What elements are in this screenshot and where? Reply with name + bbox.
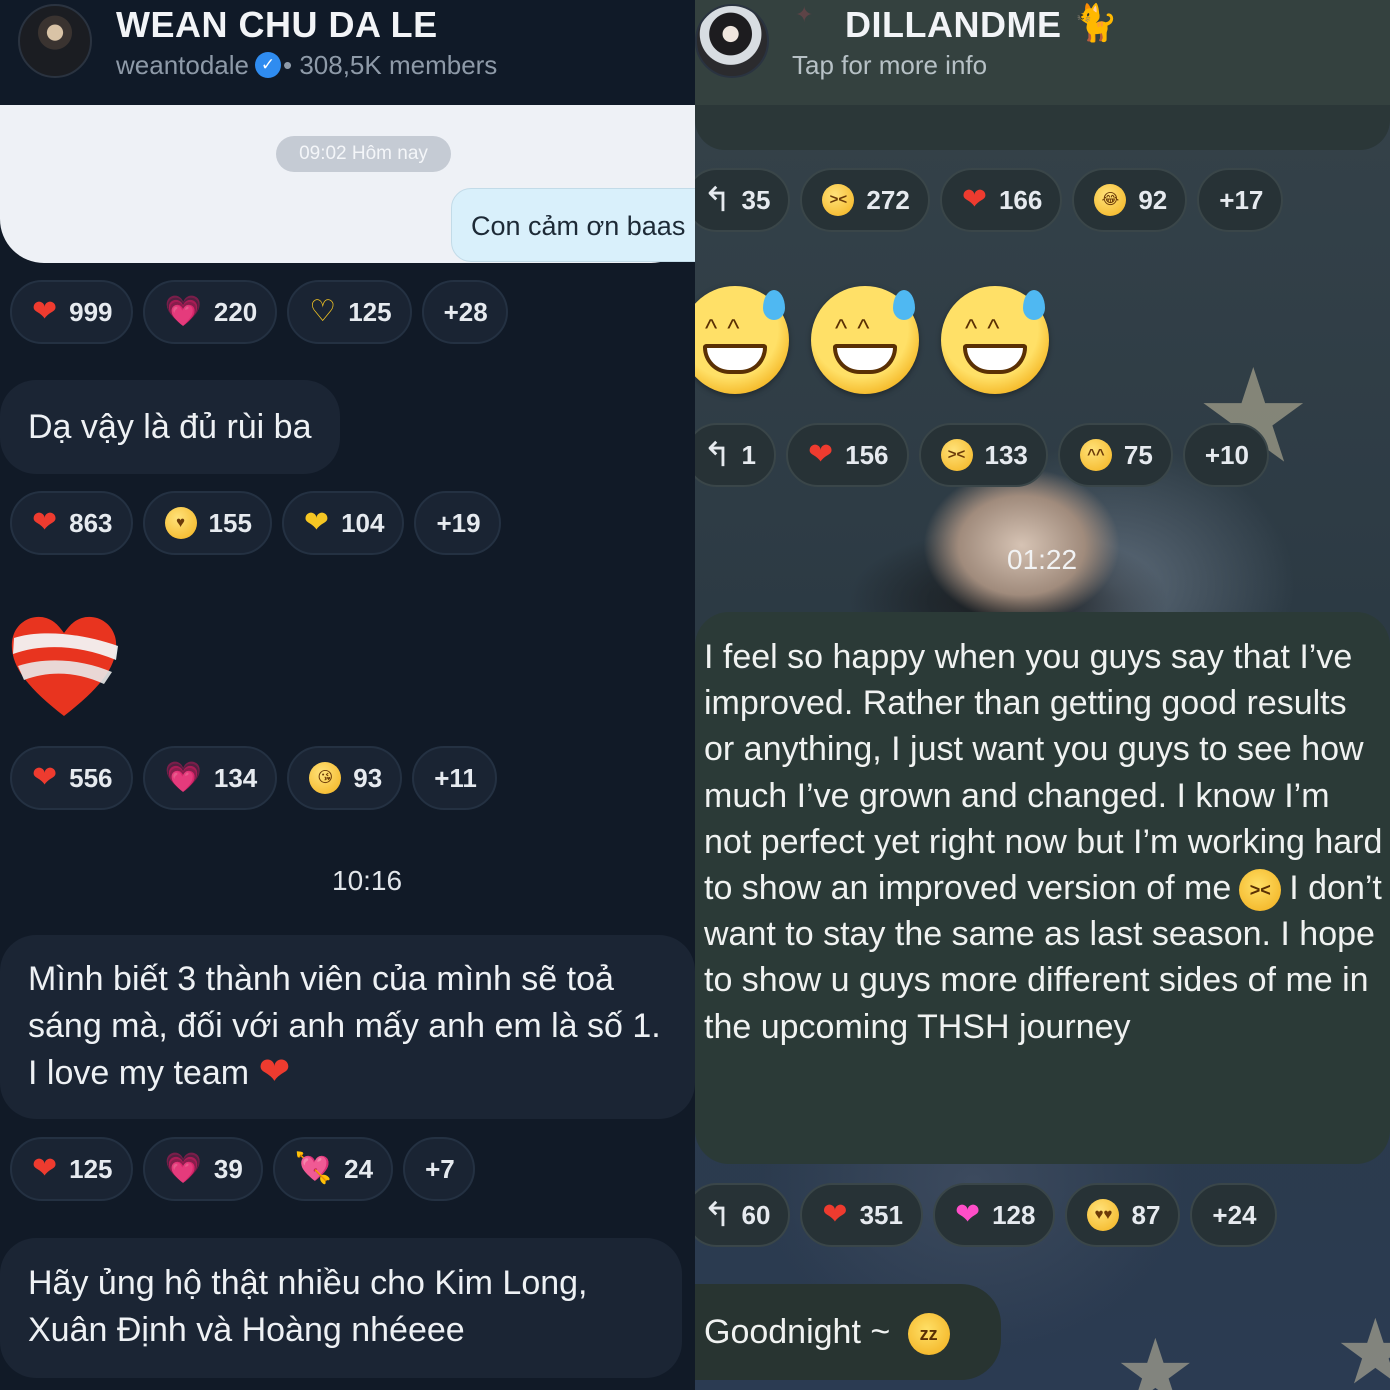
- kissing-face-icon: 😘: [309, 762, 342, 794]
- reaction-pink-heart[interactable]: ❤ 128: [932, 1183, 1056, 1247]
- message-text: I feel so happy when you guys say that I…: [704, 638, 1383, 1046]
- reaction-row: ❤ 556 💗 134 😘 93 +11: [10, 746, 497, 810]
- right-chat-panel: ★ ★ ★ ✦ DILLANDME 🐈 Tap for more info có…: [695, 0, 1390, 1390]
- heart-eyes-face-icon: ♥♥: [1087, 1199, 1120, 1231]
- reaction-red-heart[interactable]: ❤ 166: [939, 168, 1063, 232]
- reaction-more-button[interactable]: +19: [414, 491, 501, 555]
- channel-avatar[interactable]: [18, 4, 92, 78]
- reaction-more-button[interactable]: +7: [403, 1137, 475, 1201]
- channel-title: DILLANDME: [845, 4, 1062, 45]
- reaction-row: ❤ 125 💗 39 💘 24 +7: [10, 1137, 475, 1201]
- mending-heart-icon: ❤: [258, 1051, 291, 1093]
- message-bubble[interactable]: Mình biết 3 thành viên của mình sẽ toả s…: [0, 935, 695, 1119]
- heart-hands-icon: ♡: [309, 294, 337, 329]
- star-decoration: ★: [1335, 1303, 1390, 1390]
- reply-icon: ↰: [703, 1196, 732, 1234]
- message-bubble[interactable]: Goodnight ~ zz: [695, 1284, 1001, 1380]
- reaction-row: ↰ 35 >< 272 ❤ 166 😂 92 +17: [695, 168, 1284, 232]
- red-heart-icon: ❤: [32, 760, 58, 795]
- grinning-squinting-face-icon: ><: [1239, 869, 1282, 912]
- reaction-red-heart[interactable]: ❤ 156: [785, 423, 909, 487]
- reaction-sparkling-heart[interactable]: 💗 220: [142, 280, 278, 344]
- tears-of-joy-icon: 😂: [1094, 184, 1127, 216]
- cat-icon: 🐈: [1073, 2, 1118, 43]
- reaction-row: ❤ 999 💗 220 ♡ 125 +28: [10, 280, 508, 344]
- grinning-squinting-face-icon: ><: [940, 439, 973, 471]
- reaction-sparkling-heart[interactable]: 💗 39: [142, 1137, 263, 1201]
- message-text: Goodnight ~: [704, 1313, 891, 1351]
- grinning-squinting-face-icon: ><: [822, 184, 855, 216]
- reaction-grinning-squinting[interactable]: >< 272: [800, 168, 930, 232]
- reaction-more-button[interactable]: +24: [1190, 1183, 1277, 1247]
- chat-header[interactable]: ✦ DILLANDME 🐈 Tap for more info: [695, 0, 1390, 105]
- reaction-red-heart[interactable]: ❤ 999: [10, 280, 133, 344]
- reply-count-button[interactable]: ↰ 35: [695, 168, 791, 232]
- reaction-sparkling-heart[interactable]: 💗 134: [142, 746, 278, 810]
- reaction-red-heart[interactable]: ❤ 556: [10, 746, 133, 810]
- red-heart-icon: ❤: [32, 1151, 58, 1186]
- yellow-heart-icon: ❤: [303, 505, 330, 540]
- member-count: • 308,5K members: [283, 50, 498, 80]
- chat-header[interactable]: WEAN CHU DA LE weantodale ✓ • 308,5K membe…: [0, 0, 695, 105]
- channel-handle: weantodale: [116, 50, 249, 80]
- reaction-yellow-heart[interactable]: ❤ 104: [281, 491, 405, 555]
- reaction-red-heart[interactable]: ❤ 351: [800, 1183, 923, 1247]
- reaction-tears-of-joy[interactable]: 😂 92: [1072, 168, 1188, 232]
- reaction-grinning-sweat[interactable]: ^^ 75: [1057, 423, 1173, 487]
- message-text: Mình biết 3 thành viên của mình sẽ toả s…: [28, 960, 661, 1092]
- reaction-red-heart[interactable]: ❤ 125: [10, 1137, 133, 1201]
- reaction-more-button[interactable]: +10: [1182, 423, 1269, 487]
- red-heart-icon: ❤: [807, 437, 834, 472]
- verified-icon: ✓: [255, 52, 281, 79]
- reply-count-button[interactable]: ↰ 60: [695, 1183, 791, 1247]
- reaction-more-button[interactable]: +28: [421, 280, 508, 344]
- grinning-sweat-face-icon: ^^: [1079, 439, 1112, 471]
- channel-subtitle: Tap for more info: [792, 50, 988, 80]
- message-bubble[interactable]: Hãy ủng hộ thật nhiều cho Kim Long, Xuân…: [0, 1238, 682, 1378]
- reply-count-button[interactable]: ↰ 1: [695, 423, 776, 487]
- decoration-icon: ✦: [795, 2, 814, 27]
- channel-avatar[interactable]: [695, 4, 769, 78]
- time-label: 01:22: [1007, 544, 1078, 575]
- reaction-row: ↰ 1 ❤ 156 >< 133 ^^ 75 +10: [695, 423, 1269, 487]
- heart-with-arrow-icon: 💘: [294, 1151, 333, 1186]
- left-chat-panel: WEAN CHU DA LE weantodale ✓ • 308,5K membe…: [0, 0, 695, 1390]
- reaction-smiling-face-hearts[interactable]: ♥ 155: [142, 491, 272, 555]
- sparkling-heart-icon: 💗: [164, 1151, 202, 1186]
- mending-heart-icon[interactable]: [8, 608, 120, 722]
- reaction-more-button[interactable]: +17: [1197, 168, 1284, 232]
- reply-icon: ↰: [703, 436, 732, 474]
- smiling-face-hearts-icon: ♥: [164, 507, 197, 539]
- time-label: 10:16: [332, 865, 403, 896]
- sparkling-heart-icon: 💗: [164, 294, 202, 329]
- reaction-heart-eyes[interactable]: ♥♥ 87: [1065, 1183, 1181, 1247]
- reaction-row: ↰ 60 ❤ 351 ❤ 128 ♥♥ 87 +24: [695, 1183, 1277, 1247]
- channel-subtitle: weantodale ✓ • 308,5K members: [116, 50, 497, 82]
- reaction-more-button[interactable]: +11: [412, 746, 497, 810]
- reaction-red-heart[interactable]: ❤ 863: [10, 491, 133, 555]
- reaction-kissing-face[interactable]: 😘 93: [287, 746, 403, 810]
- channel-title: WEAN CHU DA LE: [116, 4, 438, 45]
- star-decoration: ★: [1115, 1323, 1196, 1390]
- red-heart-icon: ❤: [32, 505, 58, 540]
- pink-heart-icon: ❤: [954, 1197, 981, 1232]
- reaction-row: ❤ 863 ♥ 155 ❤ 104 +19: [10, 491, 501, 555]
- grinning-sweat-face-icon[interactable]: ^^: [811, 286, 919, 394]
- reaction-heart-arrow[interactable]: 💘 24: [272, 1137, 394, 1201]
- reply-icon: ↰: [703, 181, 732, 219]
- reaction-heart-hands[interactable]: ♡ 125: [287, 280, 412, 344]
- grinning-sweat-face-icon[interactable]: ^^: [941, 286, 1049, 394]
- red-heart-icon: ❤: [32, 294, 58, 329]
- message-bubble[interactable]: Dạ vậy là đủ rùi ba: [0, 380, 340, 474]
- reaction-grinning-squinting[interactable]: >< 133: [918, 423, 1048, 487]
- sent-message-bubble[interactable]: Con cảm ơn baas: [451, 188, 695, 262]
- timestamp-pill: 09:02 Hôm nay: [276, 136, 451, 172]
- red-heart-icon: ❤: [961, 182, 987, 217]
- background-photo: [695, 470, 1390, 615]
- red-heart-icon: ❤: [822, 1197, 848, 1232]
- sparkling-heart-icon: 💗: [164, 760, 202, 795]
- sleeping-face-icon: zz: [907, 1313, 950, 1356]
